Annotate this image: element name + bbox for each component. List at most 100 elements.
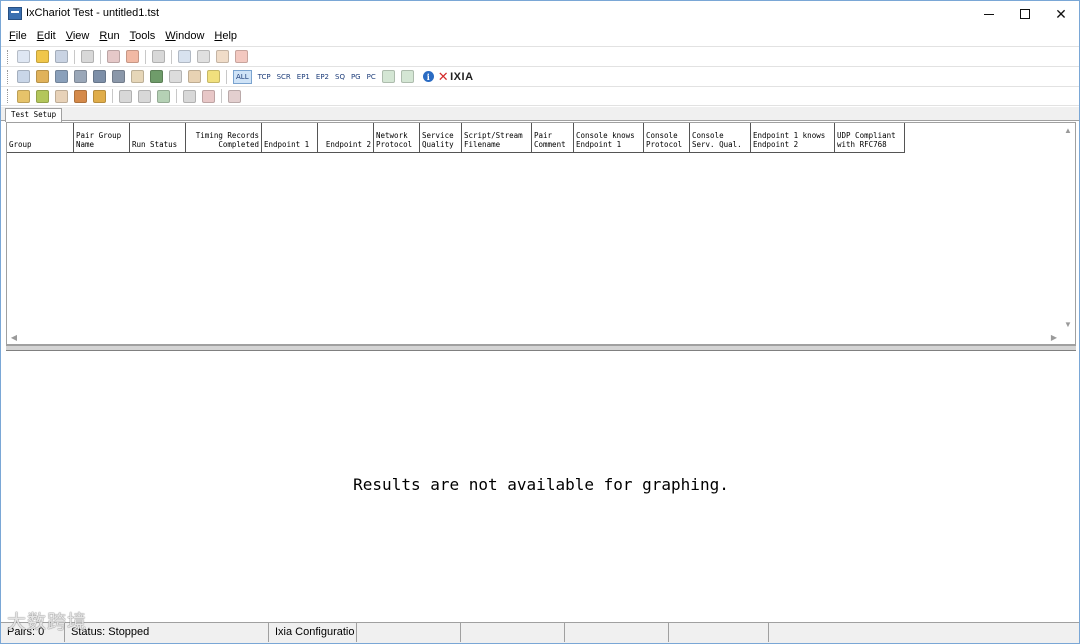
ungroup-icon[interactable] — [202, 89, 215, 103]
print-icon[interactable] — [81, 50, 94, 63]
column-header-udp-compliant[interactable]: UDP Compliant with RFC768 — [835, 123, 905, 153]
status-pane-6 — [565, 623, 669, 642]
edit-script-icon[interactable] — [131, 70, 144, 83]
menu-item-tools[interactable]: Tools — [130, 30, 156, 42]
clock-icon[interactable] — [17, 89, 30, 103]
voip-pair-icon[interactable] — [93, 70, 106, 83]
toolbar-separator — [226, 69, 227, 84]
filter-all-button[interactable]: ALL — [233, 69, 252, 84]
scroll-up-icon[interactable]: ▲ — [1061, 123, 1075, 137]
filter-pg-button[interactable]: PG — [351, 73, 361, 81]
filter-ep1-button[interactable]: EP1 — [297, 73, 310, 81]
tab-test-setup[interactable]: Test Setup — [5, 108, 63, 122]
warning-icon[interactable] — [207, 70, 220, 83]
vertical-scrollbar[interactable]: ▲ ▼ — [1061, 123, 1075, 344]
collapse-icon[interactable] — [138, 89, 151, 103]
horizontal-scrollbar[interactable]: ◀ ▶ — [7, 331, 1075, 344]
menu-label-rest: ile — [15, 30, 27, 42]
add-multicast-icon[interactable] — [36, 70, 49, 83]
hardware-pair-icon[interactable] — [74, 70, 87, 83]
run-icon[interactable] — [107, 50, 120, 63]
scroll-right-icon[interactable]: ▶ — [1047, 331, 1061, 344]
menu-item-help[interactable]: Help — [214, 30, 237, 42]
minimize-button[interactable] — [970, 1, 1008, 27]
add-icon[interactable] — [178, 50, 191, 63]
paste-icon[interactable] — [235, 50, 248, 63]
graph-empty-message: Results are not available for graphing. — [353, 475, 729, 494]
filter-ep2-button[interactable]: EP2 — [316, 73, 329, 81]
menu-item-edit[interactable]: Edit — [37, 30, 56, 42]
cut-icon[interactable] — [216, 50, 229, 63]
pairs-grid: Group Pair Group Name Run Status Timing Rec… — [6, 122, 1076, 345]
filter-pc-button[interactable]: PC — [367, 73, 376, 81]
toolbar-grip[interactable] — [7, 69, 10, 84]
flag-icon[interactable] — [36, 89, 49, 103]
ixia-logo-mark-icon: ✕ — [437, 68, 450, 84]
menu-item-run[interactable]: Run — [99, 30, 119, 42]
title-bar[interactable]: IxChariot Test - untitled1.tst ✕ — [1, 1, 1079, 27]
menu-bar: File Edit View Run Tools Window Help — [1, 27, 1079, 45]
filter-scr-button[interactable]: SCR — [277, 73, 291, 81]
delete-icon[interactable] — [169, 70, 182, 83]
app-window: IxChariot Test - untitled1.tst ✕ File Edi… — [0, 0, 1080, 644]
menu-item-window[interactable]: Window — [165, 30, 204, 42]
filter-icon[interactable] — [55, 89, 68, 103]
menu-accelerator: E — [36, 30, 45, 42]
grid-header: Group Pair Group Name Run Status Timing Rec… — [7, 123, 905, 153]
column-header-service[interactable]: Service Quality — [420, 123, 462, 153]
open-icon[interactable] — [36, 50, 49, 63]
column-header-endpoint-1-knows[interactable]: Endpoint 1 knows Endpoint 2 — [751, 123, 835, 153]
toolbar-separator — [171, 49, 172, 64]
menu-label-rest: indow — [175, 30, 205, 42]
menu-item-file[interactable]: File — [9, 30, 27, 42]
column-header-console[interactable]: Console Serv. Qual. — [690, 123, 751, 153]
status-pane-4 — [357, 623, 461, 642]
column-header-pair-group[interactable]: Pair Group Name — [74, 123, 130, 153]
column-header-timing-records[interactable]: Timing Records Completed — [186, 123, 262, 153]
status-pane-2: Status: Stopped — [65, 623, 269, 642]
column-header-endpoint-2[interactable]: Endpoint 2 — [318, 123, 374, 153]
info-icon[interactable]: i — [422, 71, 434, 82]
stop-icon[interactable] — [126, 50, 139, 63]
new-icon[interactable] — [17, 50, 30, 63]
network-icon[interactable] — [150, 70, 163, 83]
video-pair-icon[interactable] — [112, 70, 125, 83]
toolbar-separator — [74, 49, 75, 64]
toolbar-grip[interactable] — [7, 89, 10, 103]
sort-icon[interactable] — [157, 89, 170, 103]
column-header-run-status[interactable]: Run Status — [130, 123, 186, 153]
filter-sq-button[interactable]: SQ — [335, 73, 345, 81]
column-header-endpoint-1[interactable]: Endpoint 1 — [262, 123, 318, 153]
close-button[interactable]: ✕ — [1042, 1, 1080, 27]
report-icon[interactable] — [228, 89, 241, 103]
column-header-console-knows[interactable]: Console knows Endpoint 1 — [574, 123, 644, 153]
menu-label-rest: ools — [135, 30, 156, 42]
toolbar-grip[interactable] — [7, 49, 10, 64]
menu-label-rest: un — [107, 30, 120, 42]
maximize-button[interactable] — [1006, 1, 1044, 27]
column-header-group[interactable]: Group — [7, 123, 74, 153]
status-pane-5 — [461, 623, 565, 642]
filter-tcp-button[interactable]: TCP — [258, 73, 271, 81]
toolbar-standard — [1, 46, 1079, 66]
expand-icon[interactable] — [119, 89, 132, 103]
topology-icon[interactable] — [74, 89, 87, 103]
menu-item-view[interactable]: View — [66, 30, 90, 42]
column-header-pair[interactable]: Pair Comment — [532, 123, 574, 153]
add-pair-icon[interactable] — [17, 70, 30, 83]
save-icon[interactable] — [55, 50, 68, 63]
scroll-down-icon[interactable]: ▼ — [1061, 317, 1075, 331]
replicate-icon[interactable] — [188, 70, 201, 83]
group-icon[interactable] — [183, 89, 196, 103]
window-title: IxChariot Test - untitled1.tst — [26, 7, 160, 19]
column-header-network[interactable]: Network Protocol — [374, 123, 420, 153]
edit-pair-icon[interactable] — [55, 70, 68, 83]
copy-icon[interactable] — [197, 50, 210, 63]
view-graph-icon[interactable] — [381, 70, 395, 83]
cube-icon[interactable] — [93, 89, 106, 103]
mark-icon[interactable] — [152, 50, 165, 63]
scroll-left-icon[interactable]: ◀ — [7, 331, 21, 344]
column-header-console[interactable]: Console Protocol — [644, 123, 690, 153]
view-table-icon[interactable] — [400, 70, 414, 83]
column-header-script-stream[interactable]: Script/Stream Filename — [462, 123, 532, 153]
